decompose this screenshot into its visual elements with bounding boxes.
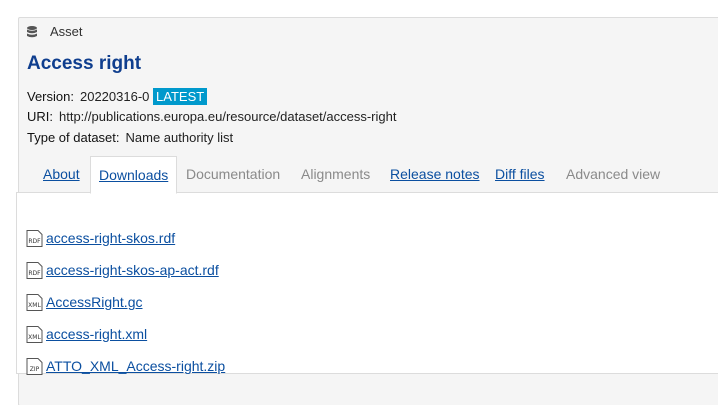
tab-advanced-view: Advanced view (566, 166, 661, 182)
version-key: Version: (27, 89, 74, 104)
tab-about[interactable]: About (43, 156, 80, 193)
file-link[interactable]: access-right-skos-ap-act.rdf (46, 262, 219, 278)
file-item[interactable]: RDF access-right-skos.rdf (26, 228, 175, 248)
xml-file-icon: XML (26, 325, 43, 343)
asset-type-line: Asset (27, 24, 83, 39)
file-item[interactable]: XML access-right.xml (26, 324, 147, 344)
version-row: Version: 20220316-0 LATEST (27, 88, 208, 105)
file-item[interactable]: ZIP ATTO_XML_Access-right.zip (26, 356, 225, 376)
uri-key: URI: (27, 109, 53, 124)
dataset-type-key: Type of dataset: (27, 130, 120, 145)
downloads-panel (16, 192, 718, 374)
file-link[interactable]: access-right.xml (46, 326, 147, 342)
file-link[interactable]: access-right-skos.rdf (46, 230, 175, 246)
file-item[interactable]: XML AccessRight.gc (26, 292, 142, 312)
dataset-type-row: Type of dataset: Name authority list (27, 130, 233, 145)
file-link[interactable]: AccessRight.gc (46, 294, 142, 310)
page-title: Access right (27, 53, 142, 74)
tab-alignments: Alignments (301, 166, 371, 182)
svg-text:XML: XML (28, 334, 41, 341)
dataset-type-value: Name authority list (125, 130, 234, 145)
version-value: 20220316-0 (79, 89, 150, 104)
tab-downloads[interactable]: Downloads (90, 156, 178, 194)
rdf-file-icon: RDF (26, 229, 43, 247)
file-item[interactable]: RDF access-right-skos-ap-act.rdf (26, 260, 219, 280)
svg-text:RDF: RDF (28, 270, 41, 277)
svg-text:ZIP: ZIP (30, 366, 40, 373)
uri-value: http://publications.europa.eu/resource/d… (59, 109, 397, 124)
latest-badge: LATEST (153, 88, 208, 105)
uri-row: URI: http://publications.europa.eu/resour… (27, 109, 396, 124)
svg-text:XML: XML (28, 302, 41, 309)
database-icon (27, 25, 37, 37)
zip-file-icon: ZIP (26, 357, 43, 375)
svg-text:RDF: RDF (28, 238, 41, 245)
tab-bar: About Downloads Documentation Alignments… (16, 156, 716, 194)
file-link[interactable]: ATTO_XML_Access-right.zip (46, 358, 225, 374)
asset-type-label: Asset (50, 24, 83, 39)
tab-documentation: Documentation (186, 166, 281, 182)
tab-diff-files[interactable]: Diff files (495, 156, 545, 193)
xml-file-icon: XML (26, 293, 43, 311)
rdf-file-icon: RDF (26, 261, 43, 279)
tab-release-notes[interactable]: Release notes (390, 156, 480, 193)
